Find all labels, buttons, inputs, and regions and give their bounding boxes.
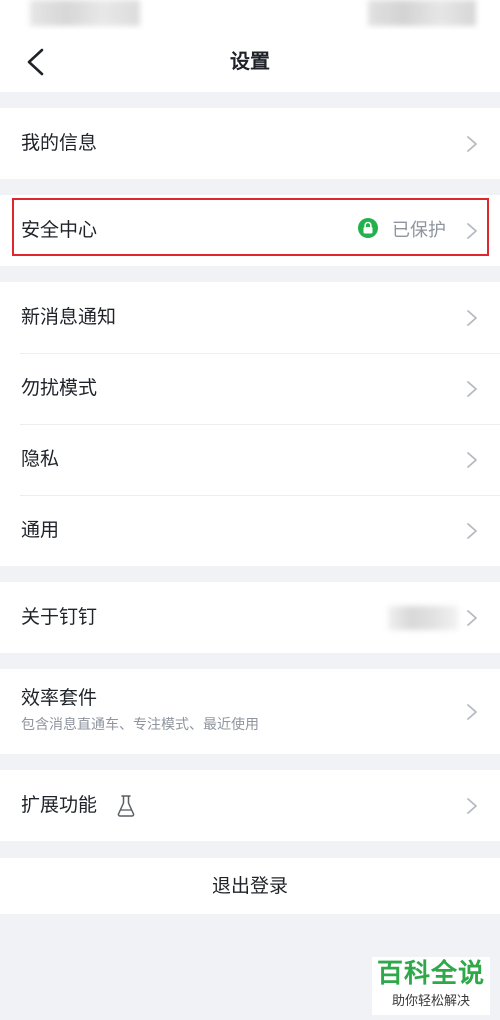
row-my-info-label: 我的信息 [21, 132, 98, 154]
watermark: 百科全说 助你轻松解决 [372, 957, 490, 1015]
chevron-right-icon [467, 380, 477, 397]
watermark-title: 百科全说 [376, 959, 485, 989]
page-title: 设置 [230, 49, 270, 73]
chevron-right-icon [467, 703, 477, 720]
row-general-label: 通用 [21, 519, 60, 541]
row-about[interactable]: 关于钉钉 [0, 582, 500, 653]
row-do-not-disturb[interactable]: 勿扰模式 [0, 353, 500, 424]
chevron-right-icon [467, 135, 477, 152]
row-my-info[interactable]: 我的信息 [0, 108, 500, 179]
row-new-message-notification[interactable]: 新消息通知 [0, 282, 500, 353]
row-security-center[interactable]: 安全中心 已保护 [0, 195, 500, 266]
group-extensions: 扩展功能 [0, 770, 500, 841]
back-button[interactable] [16, 44, 56, 80]
status-bar [0, 0, 500, 30]
row-extensions-label: 扩展功能 [21, 794, 98, 816]
watermark-subtitle: 助你轻松解决 [391, 994, 470, 1009]
flask-icon [117, 795, 135, 817]
lock-icon [358, 218, 378, 238]
chevron-right-icon [467, 797, 477, 814]
chevron-right-icon [467, 451, 477, 468]
row-privacy-label: 隐私 [21, 448, 60, 470]
status-bar-blurred-left [30, 0, 140, 26]
nav-bar: 设置 [0, 30, 500, 92]
row-extensions[interactable]: 扩展功能 [0, 770, 500, 841]
row-about-label: 关于钉钉 [21, 606, 98, 628]
status-bar-blurred-right [368, 0, 476, 26]
row-efficiency-suite[interactable]: 效率套件 包含消息直通车、专注模式、最近使用 [0, 669, 500, 754]
chevron-right-icon [467, 222, 477, 239]
group-efficiency: 效率套件 包含消息直通车、专注模式、最近使用 [0, 669, 500, 754]
group-my-info: 我的信息 [0, 108, 500, 179]
chevron-right-icon [467, 609, 477, 626]
row-efficiency-subtitle: 包含消息直通车、专注模式、最近使用 [21, 717, 259, 733]
row-notification-label: 新消息通知 [21, 306, 117, 328]
chevron-left-icon [27, 48, 44, 76]
chevron-right-icon [467, 309, 477, 326]
row-dnd-label: 勿扰模式 [21, 377, 98, 399]
version-blurred [388, 606, 458, 630]
group-preferences: 新消息通知 勿扰模式 隐私 通用 [0, 282, 500, 566]
row-privacy[interactable]: 隐私 [0, 424, 500, 495]
row-security-center-label: 安全中心 [21, 219, 98, 241]
chevron-right-icon [467, 522, 477, 539]
group-security: 安全中心 已保护 [0, 195, 500, 266]
group-about: 关于钉钉 [0, 582, 500, 653]
logout-button[interactable]: 退出登录 [0, 858, 500, 914]
row-efficiency-label: 效率套件 [21, 687, 98, 709]
security-status-text: 已保护 [392, 220, 446, 241]
row-general[interactable]: 通用 [0, 495, 500, 566]
